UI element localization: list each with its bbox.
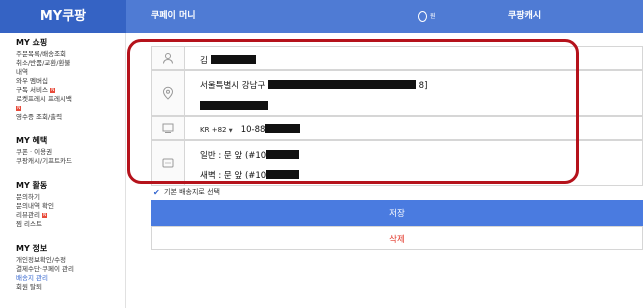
checkmark-icon: ✔ bbox=[153, 188, 160, 197]
sidebar-item-reviews-label: 리뷰관리 bbox=[16, 211, 40, 219]
top-bar: MY쿠팡 쿠페이 머니 0원 쿠팡캐시 bbox=[0, 0, 643, 33]
sidebar-item-subscription-label: 구독 서비스 bbox=[16, 86, 48, 94]
sidebar-item-profile[interactable]: 개인정보확인/수정 bbox=[16, 256, 124, 265]
cash-balance: 0원 bbox=[418, 0, 436, 33]
sidebar-title-activity: MY 활동 bbox=[16, 181, 48, 190]
sidebar-section-benefits: MY 혜택 쿠폰 · 이용권 쿠팡캐시/기프트카드 bbox=[16, 135, 124, 166]
coupay-money-link[interactable]: 쿠페이 머니 bbox=[151, 0, 196, 33]
save-button[interactable]: 저장 bbox=[151, 200, 643, 227]
new-badge: N bbox=[16, 106, 22, 111]
sidebar-item-withdraw[interactable]: 회원 탈퇴 bbox=[16, 283, 124, 292]
sidebar-item-orders[interactable]: 주문목록/배송조회 bbox=[16, 50, 124, 59]
highlight-outline bbox=[127, 39, 579, 184]
sidebar: MY 쇼핑 주문목록/배송조회 취소/반품/교환/환불 내역 와우 멤버십 구독… bbox=[0, 33, 126, 308]
default-address-label: 기본 배송지로 선택 bbox=[164, 188, 220, 196]
sidebar-item-address-book[interactable]: 배송지 관리 bbox=[16, 274, 124, 283]
new-badge: N bbox=[49, 88, 56, 93]
sidebar-item-payment[interactable]: 결제수단·쿠페이 관리 bbox=[16, 265, 124, 274]
sidebar-item-fresh-bag-badge-row: N bbox=[16, 104, 124, 113]
brand-title[interactable]: MY쿠팡 bbox=[0, 0, 126, 33]
sidebar-item-wow-membership[interactable]: 와우 멤버십 bbox=[16, 77, 124, 86]
sidebar-item-inquiry-history[interactable]: 문의내역 확인 bbox=[16, 202, 124, 211]
sidebar-section-info: MY 정보 개인정보확인/수정 결제수단·쿠페이 관리 배송지 관리 회원 탈퇴 bbox=[16, 243, 124, 292]
sidebar-section-shopping: MY 쇼핑 주문목록/배송조회 취소/반품/교환/환불 내역 와우 멤버십 구독… bbox=[16, 37, 124, 122]
sidebar-item-reviews[interactable]: 리뷰관리 N bbox=[16, 211, 124, 220]
sidebar-item-receipts[interactable]: 영수증 조회/출력 bbox=[16, 113, 124, 122]
new-badge: N bbox=[41, 213, 48, 218]
sidebar-item-coupang-cash[interactable]: 쿠팡캐시/기프트카드 bbox=[16, 157, 124, 166]
sidebar-item-returns[interactable]: 취소/반품/교환/환불 bbox=[16, 59, 124, 68]
sidebar-item-wishlist[interactable]: 찜 리스트 bbox=[16, 220, 124, 229]
sidebar-item-subscription[interactable]: 구독 서비스 N bbox=[16, 86, 124, 95]
sidebar-item-fresh-bag[interactable]: 로켓프레시 프레시백 bbox=[16, 95, 124, 104]
sidebar-item-returns-history[interactable]: 내역 bbox=[16, 68, 124, 77]
sidebar-title-info: MY 정보 bbox=[16, 244, 48, 253]
cash-unit: 원 bbox=[430, 13, 436, 20]
sidebar-title-shopping: MY 쇼핑 bbox=[16, 38, 48, 47]
coupang-cash-link[interactable]: 쿠팡캐시 bbox=[508, 0, 541, 33]
delete-button[interactable]: 삭제 bbox=[151, 226, 643, 250]
sidebar-title-benefits: MY 혜택 bbox=[16, 136, 48, 145]
default-address-checkbox[interactable]: ✔ 기본 배송지로 선택 bbox=[153, 187, 220, 197]
cash-circle-icon bbox=[418, 11, 427, 22]
sidebar-item-coupons[interactable]: 쿠폰 · 이용권 bbox=[16, 148, 124, 157]
sidebar-section-activity: MY 활동 문의하기 문의내역 확인 리뷰관리 N 찜 리스트 bbox=[16, 180, 124, 229]
sidebar-item-inquiry[interactable]: 문의하기 bbox=[16, 193, 124, 202]
